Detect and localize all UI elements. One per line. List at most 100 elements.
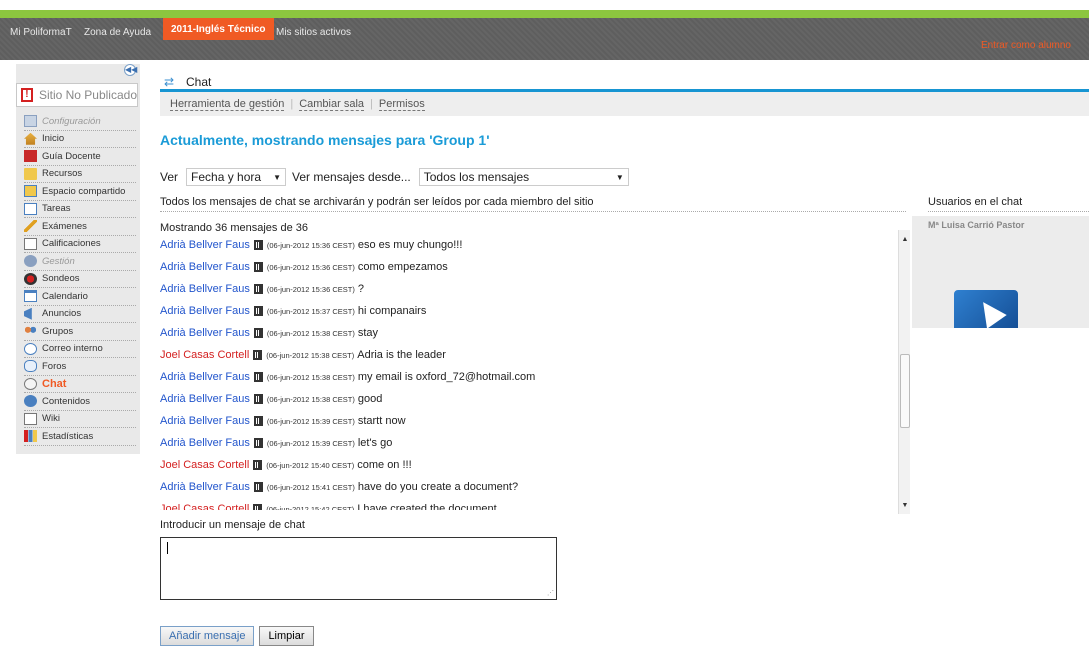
groups-icon — [24, 325, 37, 338]
sidebar-item-8: Gestión — [24, 253, 136, 271]
tool-title: Chat — [186, 75, 212, 89]
sidebar-item-label: Guía Docente — [42, 150, 101, 162]
sidebar-item-0: Configuración — [24, 113, 136, 131]
sidebar-item-3[interactable]: Recursos — [24, 166, 136, 183]
tasks-icon — [24, 202, 37, 215]
chat-message-input[interactable]: ⋰ — [160, 537, 557, 600]
nav-active-site[interactable]: 2011-Inglés Técnico — [163, 18, 274, 40]
sidebar-item-label: Correo interno — [42, 343, 103, 355]
trash-icon[interactable] — [253, 504, 263, 510]
chat-user: Mª Luisa Carrió Pastor — [928, 220, 1025, 230]
chat-message: Adrià Bellver Faus (06-jun-2012 15:41 CES… — [160, 476, 898, 498]
toolbar-permissions-link[interactable]: Permisos — [378, 98, 425, 111]
top-accent-bar — [0, 0, 1089, 20]
scroll-thumb[interactable] — [900, 354, 910, 428]
message-timestamp: (06-jun-2012 15:38 CEST) — [266, 394, 355, 404]
sidebar-item-14[interactable]: Foros — [24, 358, 136, 376]
toolbar-manage-link[interactable]: Herramienta de gestión — [170, 98, 285, 111]
trash-icon[interactable] — [253, 482, 263, 492]
sidebar-item-12[interactable]: Grupos — [24, 323, 136, 341]
since-select[interactable]: Todos los mensajes ▼ — [418, 168, 629, 186]
login-as-student-link[interactable]: Entrar como alumno — [981, 40, 1071, 51]
trash-icon[interactable] — [253, 460, 263, 470]
config-icon — [24, 115, 37, 128]
view-order-select[interactable]: Fecha y hora ▼ — [186, 168, 287, 186]
trash-icon[interactable] — [253, 306, 263, 316]
trash-icon[interactable] — [253, 262, 263, 272]
since-value: Todos los mensajes — [423, 170, 530, 184]
message-text: stay — [357, 327, 379, 339]
message-text: come on !!! — [357, 459, 412, 471]
message-author: Adrià Bellver Faus — [160, 481, 250, 493]
chat-message: Adrià Bellver Faus (06-jun-2012 15:38 CES… — [160, 366, 898, 388]
message-author: Adrià Bellver Faus — [160, 327, 250, 339]
sidebar-item-13[interactable]: Correo interno — [24, 341, 136, 358]
nav-mis-sitios-activos[interactable]: Mis sitios activos — [276, 27, 351, 38]
nav-zona-de-ayuda[interactable]: Zona de Ayuda — [84, 27, 151, 38]
resize-grip-icon[interactable]: ⋰ — [547, 589, 554, 597]
trash-icon[interactable] — [253, 416, 263, 426]
view-label: Ver — [160, 170, 179, 184]
chat-message: Adrià Bellver Faus (06-jun-2012 15:36 CES… — [160, 256, 898, 278]
sidebar-item-7[interactable]: Calificaciones — [24, 236, 136, 253]
trash-icon[interactable] — [253, 438, 263, 448]
message-author: Adrià Bellver Faus — [160, 239, 250, 251]
sidebar-item-17[interactable]: Wiki — [24, 411, 136, 428]
cursor-icon — [973, 295, 1007, 329]
wiki-icon — [24, 412, 37, 425]
message-text: eso es muy chungo!!! — [357, 239, 463, 251]
calendar-icon — [24, 290, 37, 303]
sidebar-item-15[interactable]: Chat — [24, 376, 136, 393]
trash-icon[interactable] — [253, 328, 263, 338]
chat-message: Adrià Bellver Faus (06-jun-2012 15:39 CES… — [160, 432, 898, 454]
sidebar-item-10[interactable]: Calendario — [24, 288, 136, 306]
sidebar-item-label: Chat — [42, 377, 67, 390]
scroll-down-icon[interactable]: ▼ — [899, 500, 911, 512]
message-text: ? — [357, 283, 364, 295]
sidebar-item-16[interactable]: Contenidos — [24, 393, 136, 411]
sidebar-menu: Configuración Inicio Guía Docente Recursos E… — [24, 113, 136, 446]
message-timestamp: (06-jun-2012 15:38 CEST) — [266, 372, 355, 382]
shared-space-icon — [24, 185, 37, 198]
chat-message: Adrià Bellver Faus (06-jun-2012 15:36 CES… — [160, 278, 898, 300]
message-scrollbar[interactable]: ▲ ▼ — [898, 230, 910, 514]
chat-message: Joel Casas Cortell (06-jun-2012 15:38 CES… — [160, 344, 898, 366]
poll-icon — [24, 272, 37, 285]
sidebar-item-label: Wiki — [42, 413, 60, 425]
chat-message: Adrià Bellver Faus (06-jun-2012 15:38 CES… — [160, 388, 898, 410]
trash-icon[interactable] — [253, 284, 263, 294]
sidebar-item-5[interactable]: Tareas — [24, 201, 136, 218]
message-timestamp: (06-jun-2012 15:42 CEST) — [266, 504, 355, 511]
chat-message: Adrià Bellver Faus (06-jun-2012 15:37 CES… — [160, 300, 898, 322]
sidebar-item-label: Calendario — [42, 290, 88, 302]
sidebar-item-1[interactable]: Inicio — [24, 131, 136, 148]
chat-icon — [24, 377, 37, 390]
message-text: Adria is the leader — [357, 349, 446, 361]
sidebar-item-label: Estadísticas — [42, 430, 94, 442]
scroll-up-icon[interactable]: ▲ — [899, 234, 911, 246]
trash-icon[interactable] — [253, 372, 263, 382]
sidebar-item-11[interactable]: Anuncios — [24, 306, 136, 323]
message-timestamp: (06-jun-2012 15:39 CEST) — [266, 438, 355, 448]
sidebar-item-4[interactable]: Espacio compartido — [24, 183, 136, 201]
add-message-button[interactable]: Añadir mensaje — [160, 626, 255, 646]
form-buttons: Añadir mensaje Limpiar — [160, 626, 314, 646]
message-text: startt now — [357, 415, 406, 427]
unpublished-label: Sitio No Publicado — [38, 88, 137, 102]
message-list[interactable]: Adrià Bellver Faus (06-jun-2012 15:36 CES… — [160, 234, 898, 510]
sidebar-item-2[interactable]: Guía Docente — [24, 148, 136, 166]
sidebar-item-6[interactable]: Exámenes — [24, 218, 136, 236]
sidebar-item-label: Anuncios — [42, 308, 82, 320]
sidebar-item-9[interactable]: Sondeos — [24, 271, 136, 288]
trash-icon[interactable] — [253, 394, 263, 404]
platform-logo-icon — [954, 290, 1018, 329]
sidebar-item-18[interactable]: Estadísticas — [24, 428, 136, 446]
clear-button[interactable]: Limpiar — [259, 626, 314, 646]
collapse-sidebar-icon[interactable]: ◀◀ — [124, 64, 137, 76]
toolbar-change-room-link[interactable]: Cambiar sala — [299, 98, 365, 111]
trash-icon[interactable] — [253, 240, 263, 250]
nav-mi-poliformat[interactable]: Mi PoliformaT — [10, 27, 72, 38]
trash-icon[interactable] — [253, 350, 263, 360]
refresh-icon[interactable]: ⇄ — [164, 76, 176, 88]
sidebar-item-label: Exámenes — [42, 220, 87, 232]
